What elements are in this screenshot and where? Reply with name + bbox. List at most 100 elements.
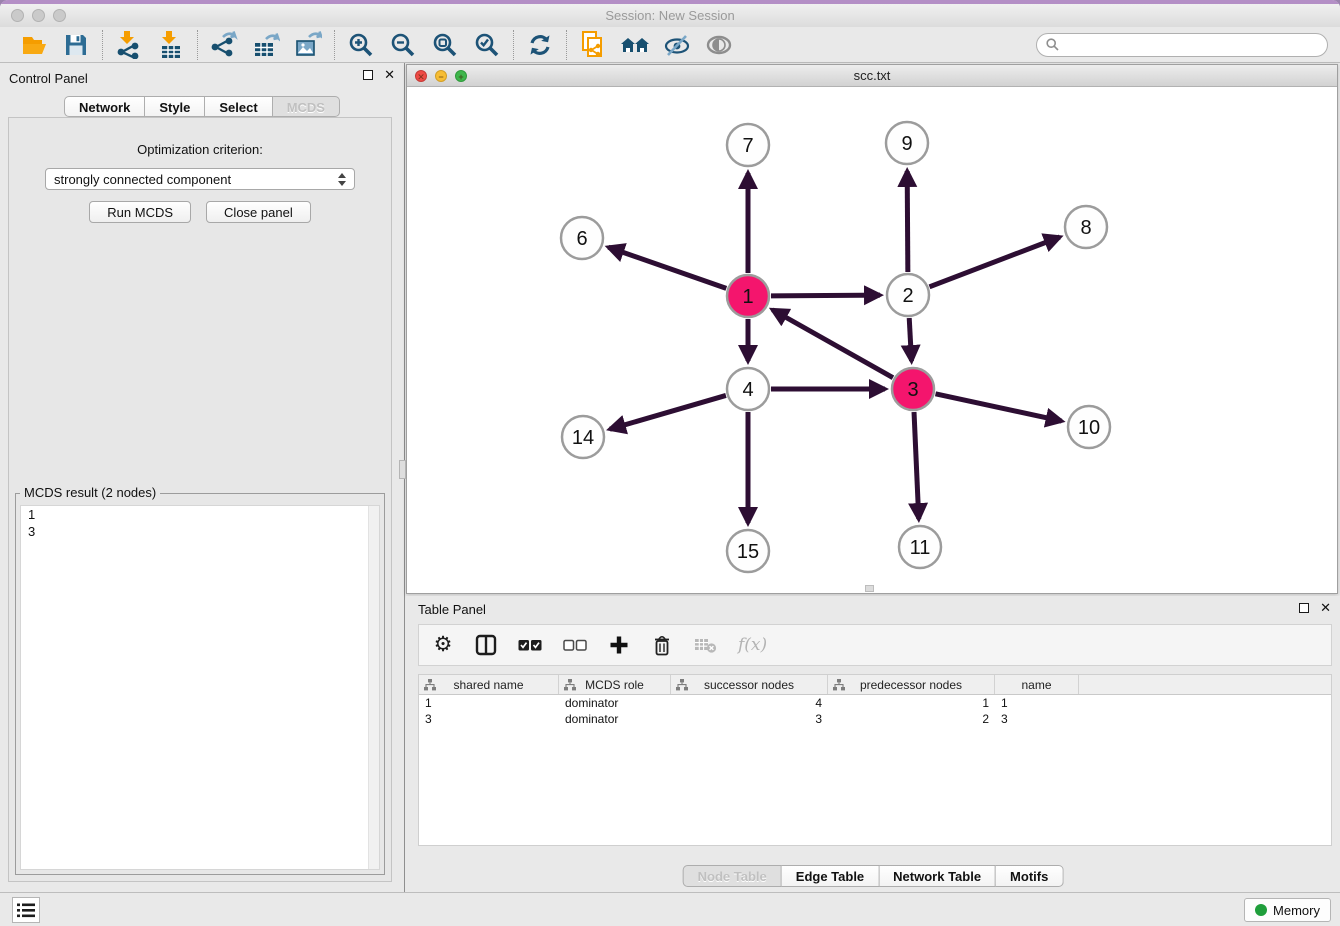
- column-header-shared-name[interactable]: shared name: [419, 675, 559, 694]
- tab-edge-table[interactable]: Edge Table: [782, 865, 879, 887]
- network-close-button[interactable]: [415, 70, 427, 82]
- show-columns-button[interactable]: [475, 633, 497, 657]
- deselect-all-icon: [563, 639, 587, 652]
- tab-network-table[interactable]: Network Table: [879, 865, 996, 887]
- dropdown-stepper-icon: [338, 173, 346, 186]
- tab-motifs[interactable]: Motifs: [996, 865, 1063, 887]
- edge-1-to-6[interactable]: [608, 247, 726, 288]
- tab-node-table[interactable]: Node Table: [683, 865, 782, 887]
- save-icon: [64, 33, 88, 57]
- column-header-predecessor-nodes[interactable]: predecessor nodes: [828, 675, 995, 694]
- search-input[interactable]: [1065, 36, 1318, 53]
- table-cell[interactable]: dominator: [559, 695, 671, 711]
- show-all-button[interactable]: [704, 30, 734, 60]
- search-field[interactable]: [1036, 33, 1328, 57]
- column-header-filler: [1079, 675, 1331, 694]
- table-cell[interactable]: 4: [671, 695, 828, 711]
- edge-2-to-9[interactable]: [907, 171, 908, 272]
- edge-2-to-3[interactable]: [909, 318, 911, 361]
- hierarchy-icon: [833, 679, 845, 691]
- zoom-in-button[interactable]: [346, 30, 376, 60]
- tab-network[interactable]: Network: [64, 96, 145, 117]
- criterion-value: strongly connected component: [54, 172, 231, 187]
- export-table-button[interactable]: [251, 30, 281, 60]
- tab-mcds[interactable]: MCDS: [273, 96, 340, 117]
- function-builder-button[interactable]: f(x): [738, 633, 767, 657]
- table-cell[interactable]: 3: [995, 711, 1079, 727]
- plus-icon: [609, 635, 629, 655]
- run-mcds-button[interactable]: Run MCDS: [89, 201, 191, 223]
- network-window-title: scc.txt: [407, 65, 1337, 86]
- close-panel-icon[interactable]: [384, 69, 395, 80]
- split-pane-handle[interactable]: [865, 585, 874, 592]
- zoom-out-button[interactable]: [388, 30, 418, 60]
- task-history-button[interactable]: [12, 897, 40, 923]
- first-neighbors-button[interactable]: [620, 30, 650, 60]
- edge-2-to-8[interactable]: [929, 237, 1059, 287]
- minimize-window-button[interactable]: [32, 9, 45, 22]
- delete-column-button[interactable]: [651, 633, 673, 657]
- search-icon: [1046, 38, 1059, 51]
- import-network-icon: [116, 31, 142, 59]
- memory-button[interactable]: Memory: [1244, 898, 1331, 922]
- select-all-rows-button[interactable]: [518, 633, 542, 657]
- save-session-button[interactable]: [61, 30, 91, 60]
- import-table-button[interactable]: [156, 30, 186, 60]
- node-label-14: 14: [572, 427, 594, 449]
- network-zoom-button[interactable]: [455, 70, 467, 82]
- eye-slash-icon: [663, 32, 691, 58]
- deselect-all-rows-button[interactable]: [563, 633, 587, 657]
- delete-table-button[interactable]: [694, 633, 717, 657]
- edge-3-to-10[interactable]: [935, 394, 1061, 421]
- network-view-window: scc.txt 7968124314101511: [406, 64, 1338, 594]
- table-cell[interactable]: 3: [419, 711, 559, 727]
- zoom-window-button[interactable]: [53, 9, 66, 22]
- edge-3-to-1[interactable]: [772, 310, 893, 378]
- edge-3-to-11[interactable]: [914, 412, 919, 519]
- table-cell[interactable]: dominator: [559, 711, 671, 727]
- application-window: Session: New Session: [0, 0, 1340, 926]
- table-cell[interactable]: 3: [671, 711, 828, 727]
- vertical-split-handle[interactable]: [399, 460, 406, 479]
- result-node-id: 1: [21, 506, 379, 523]
- tab-select[interactable]: Select: [205, 96, 272, 117]
- table-settings-button[interactable]: [432, 633, 454, 657]
- table-cell[interactable]: 1: [995, 695, 1079, 711]
- close-window-button[interactable]: [11, 9, 24, 22]
- delete-table-icon: [694, 637, 717, 654]
- float-panel-icon[interactable]: [1299, 603, 1309, 613]
- zoom-fit-content-button[interactable]: [430, 30, 460, 60]
- export-image-button[interactable]: [293, 30, 323, 60]
- column-header-successor-nodes[interactable]: successor nodes: [671, 675, 828, 694]
- network-minimize-button[interactable]: [435, 70, 447, 82]
- table-cell[interactable]: 2: [828, 711, 995, 727]
- criterion-dropdown[interactable]: strongly connected component: [45, 168, 355, 190]
- create-column-button[interactable]: [608, 633, 630, 657]
- memory-status-icon: [1255, 904, 1267, 916]
- edge-1-to-2[interactable]: [771, 295, 880, 296]
- table-row[interactable]: 3dominator323: [419, 711, 1331, 727]
- table-row[interactable]: 1dominator411: [419, 695, 1331, 711]
- edge-4-to-14[interactable]: [610, 395, 726, 429]
- table-cell[interactable]: 1: [828, 695, 995, 711]
- close-panel-icon[interactable]: [1320, 602, 1331, 613]
- network-canvas[interactable]: 7968124314101511: [407, 87, 1337, 593]
- result-scrollbar[interactable]: [368, 506, 379, 869]
- refresh-icon: [527, 32, 553, 58]
- clone-network-button[interactable]: [578, 30, 608, 60]
- column-header-MCDS-role[interactable]: MCDS role: [559, 675, 671, 694]
- open-file-button[interactable]: [19, 30, 49, 60]
- zoom-selected-button[interactable]: [472, 30, 502, 60]
- table-cell[interactable]: 1: [419, 695, 559, 711]
- zoom-selected-icon: [474, 32, 500, 58]
- hide-selected-button[interactable]: [662, 30, 692, 60]
- table-panel-title: Table Panel: [418, 602, 486, 617]
- column-header-name[interactable]: name: [995, 675, 1079, 694]
- close-panel-button[interactable]: Close panel: [206, 201, 311, 223]
- title-bar: Session: New Session: [0, 4, 1340, 27]
- apply-layout-button[interactable]: [525, 30, 555, 60]
- export-network-button[interactable]: [209, 30, 239, 60]
- tab-style[interactable]: Style: [145, 96, 205, 117]
- float-panel-icon[interactable]: [363, 70, 373, 80]
- import-network-button[interactable]: [114, 30, 144, 60]
